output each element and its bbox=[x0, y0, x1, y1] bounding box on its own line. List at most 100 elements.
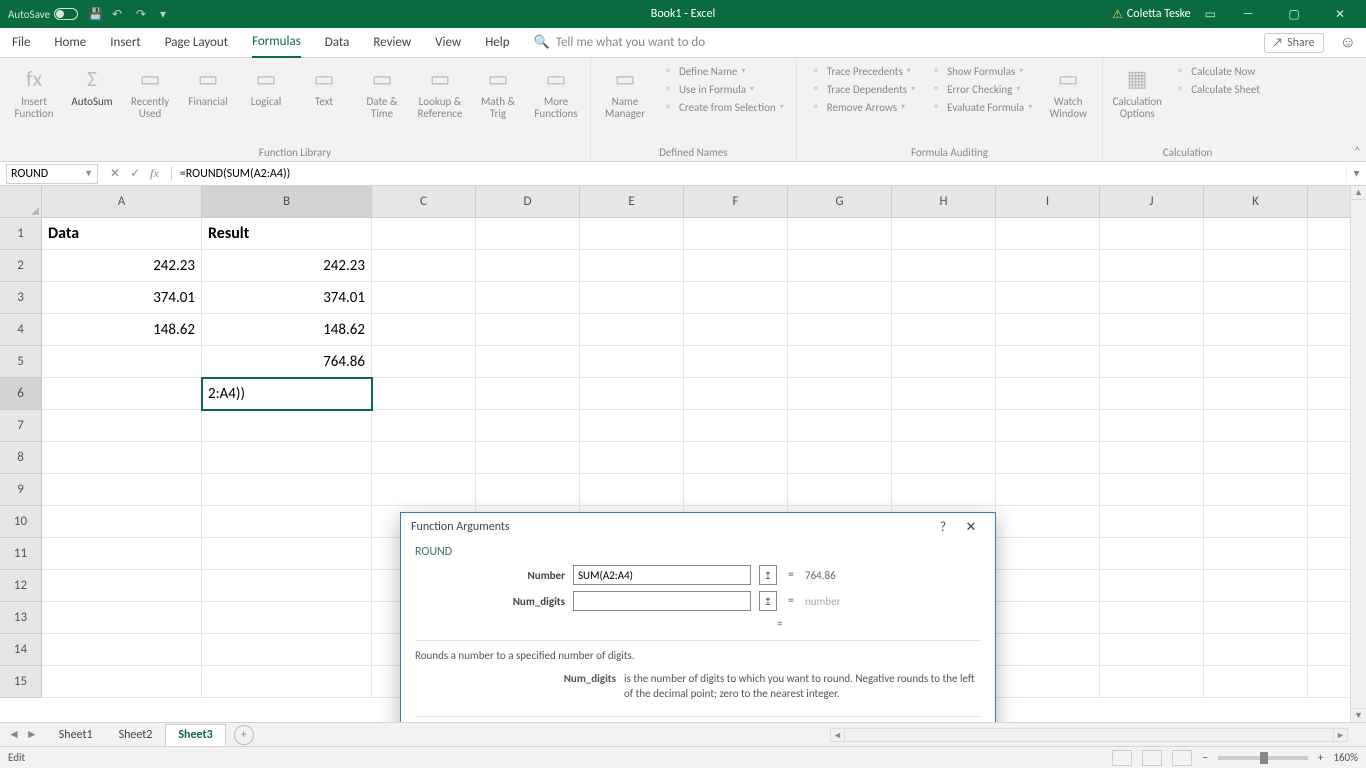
cell[interactable] bbox=[42, 602, 202, 634]
sheet-tab[interactable]: Sheet1 bbox=[46, 724, 106, 746]
cell[interactable] bbox=[996, 410, 1100, 442]
tab-view[interactable]: View bbox=[435, 28, 461, 57]
name-manager-button[interactable]: ▭ Name Manager bbox=[599, 62, 651, 120]
cell[interactable] bbox=[1100, 538, 1204, 570]
zoom-in-button[interactable]: + bbox=[1318, 751, 1323, 764]
new-sheet-button[interactable]: + bbox=[234, 725, 254, 745]
cell[interactable] bbox=[372, 442, 476, 474]
row-header[interactable]: 5 bbox=[0, 346, 42, 378]
minimize-button[interactable]: — bbox=[1230, 0, 1266, 28]
cell[interactable] bbox=[476, 474, 580, 506]
ribbon-button[interactable]: ▭Lookup &Reference bbox=[414, 62, 466, 120]
cell[interactable] bbox=[788, 314, 892, 346]
zoom-out-button[interactable]: − bbox=[1202, 751, 1207, 764]
page-layout-view-button[interactable] bbox=[1142, 750, 1162, 766]
cell[interactable] bbox=[892, 250, 996, 282]
ribbon-item[interactable]: ▫Define Name ▾ bbox=[661, 64, 784, 78]
cell[interactable] bbox=[1204, 410, 1308, 442]
dialog-titlebar[interactable]: Function Arguments ? ✕ bbox=[401, 513, 995, 541]
chevron-down-icon[interactable]: ▼ bbox=[84, 168, 93, 179]
column-header[interactable]: G bbox=[788, 186, 892, 218]
cell[interactable] bbox=[892, 442, 996, 474]
ribbon-button[interactable]: ▭Financial bbox=[182, 62, 234, 108]
cell[interactable] bbox=[476, 442, 580, 474]
scroll-right-icon[interactable]: ► bbox=[1333, 729, 1347, 741]
ribbon-item[interactable]: ▫Use in Formula ▾ bbox=[661, 82, 784, 96]
cell[interactable] bbox=[202, 666, 372, 698]
ribbon-item[interactable]: ▫Remove Arrows ▾ bbox=[809, 100, 915, 114]
cell[interactable] bbox=[788, 218, 892, 250]
cell[interactable] bbox=[580, 442, 684, 474]
page-break-view-button[interactable] bbox=[1172, 750, 1192, 766]
cell[interactable]: 2:A4)) bbox=[202, 378, 372, 410]
cell[interactable] bbox=[1100, 250, 1204, 282]
arg-input-numdigits[interactable] bbox=[573, 591, 751, 611]
ribbon-button[interactable]: ▭Date &Time bbox=[356, 62, 408, 120]
cell[interactable] bbox=[996, 602, 1100, 634]
cell[interactable]: 242.23 bbox=[202, 250, 372, 282]
sheet-tab[interactable]: Sheet2 bbox=[106, 724, 166, 746]
account-name[interactable]: Coletta Teske bbox=[1112, 7, 1191, 22]
tab-formulas[interactable]: Formulas bbox=[252, 27, 301, 58]
cell[interactable] bbox=[42, 570, 202, 602]
ribbon-button[interactable]: fxInsertFunction bbox=[8, 62, 60, 120]
row-header[interactable]: 11 bbox=[0, 538, 42, 570]
cell[interactable] bbox=[580, 410, 684, 442]
cell[interactable] bbox=[372, 314, 476, 346]
cell[interactable] bbox=[684, 378, 788, 410]
cell[interactable] bbox=[476, 282, 580, 314]
row-header[interactable]: 9 bbox=[0, 474, 42, 506]
cell[interactable] bbox=[1100, 634, 1204, 666]
collapse-dialog-icon[interactable]: ↥ bbox=[759, 591, 777, 611]
cell[interactable] bbox=[372, 346, 476, 378]
column-header[interactable]: H bbox=[892, 186, 996, 218]
redo-icon[interactable]: ↷ bbox=[136, 7, 150, 21]
ribbon-button[interactable]: ▭MoreFunctions bbox=[530, 62, 582, 120]
cell[interactable] bbox=[372, 218, 476, 250]
cell[interactable] bbox=[1100, 666, 1204, 698]
tab-page-layout[interactable]: Page Layout bbox=[165, 28, 228, 57]
tell-me-search[interactable]: 🔍 Tell me what you want to do bbox=[534, 35, 706, 50]
tab-review[interactable]: Review bbox=[373, 28, 411, 57]
scroll-left-icon[interactable]: ◄ bbox=[831, 729, 845, 741]
collapse-dialog-icon[interactable]: ↥ bbox=[759, 565, 777, 585]
row-header[interactable]: 8 bbox=[0, 442, 42, 474]
ribbon-button[interactable]: ΣAutoSum bbox=[66, 62, 118, 108]
cell[interactable] bbox=[996, 282, 1100, 314]
cell[interactable] bbox=[684, 314, 788, 346]
cell[interactable] bbox=[892, 378, 996, 410]
cell[interactable] bbox=[1204, 474, 1308, 506]
row-header[interactable]: 13 bbox=[0, 602, 42, 634]
arg-input-number[interactable] bbox=[573, 565, 751, 585]
horizontal-scrollbar[interactable]: ◄ ► bbox=[830, 728, 1348, 742]
cell[interactable] bbox=[892, 346, 996, 378]
cell[interactable] bbox=[1204, 634, 1308, 666]
column-header[interactable]: B bbox=[202, 186, 372, 218]
formula-input[interactable]: =ROUND(SUM(A2:A4)) bbox=[172, 167, 1346, 181]
cell[interactable]: 148.62 bbox=[202, 314, 372, 346]
cell[interactable] bbox=[788, 442, 892, 474]
cell[interactable] bbox=[372, 378, 476, 410]
cell[interactable] bbox=[996, 314, 1100, 346]
close-button[interactable]: ✕ bbox=[1322, 0, 1358, 28]
normal-view-button[interactable] bbox=[1112, 750, 1132, 766]
cell[interactable] bbox=[580, 314, 684, 346]
enter-formula-icon[interactable]: ✓ bbox=[130, 166, 140, 181]
cell[interactable] bbox=[202, 538, 372, 570]
cell[interactable] bbox=[788, 282, 892, 314]
cell[interactable] bbox=[580, 282, 684, 314]
ribbon-item[interactable]: ▫Trace Dependents ▾ bbox=[809, 82, 915, 96]
cell[interactable] bbox=[1204, 346, 1308, 378]
cell[interactable] bbox=[42, 666, 202, 698]
cell[interactable] bbox=[1204, 218, 1308, 250]
cell[interactable] bbox=[892, 314, 996, 346]
cell[interactable]: Result bbox=[202, 218, 372, 250]
cell[interactable] bbox=[996, 474, 1100, 506]
cell[interactable] bbox=[996, 346, 1100, 378]
cell[interactable]: 374.01 bbox=[42, 282, 202, 314]
cell[interactable]: 242.23 bbox=[42, 250, 202, 282]
cell[interactable] bbox=[996, 250, 1100, 282]
undo-icon[interactable]: ↶ bbox=[112, 7, 126, 21]
cell[interactable] bbox=[202, 410, 372, 442]
cell[interactable] bbox=[892, 218, 996, 250]
